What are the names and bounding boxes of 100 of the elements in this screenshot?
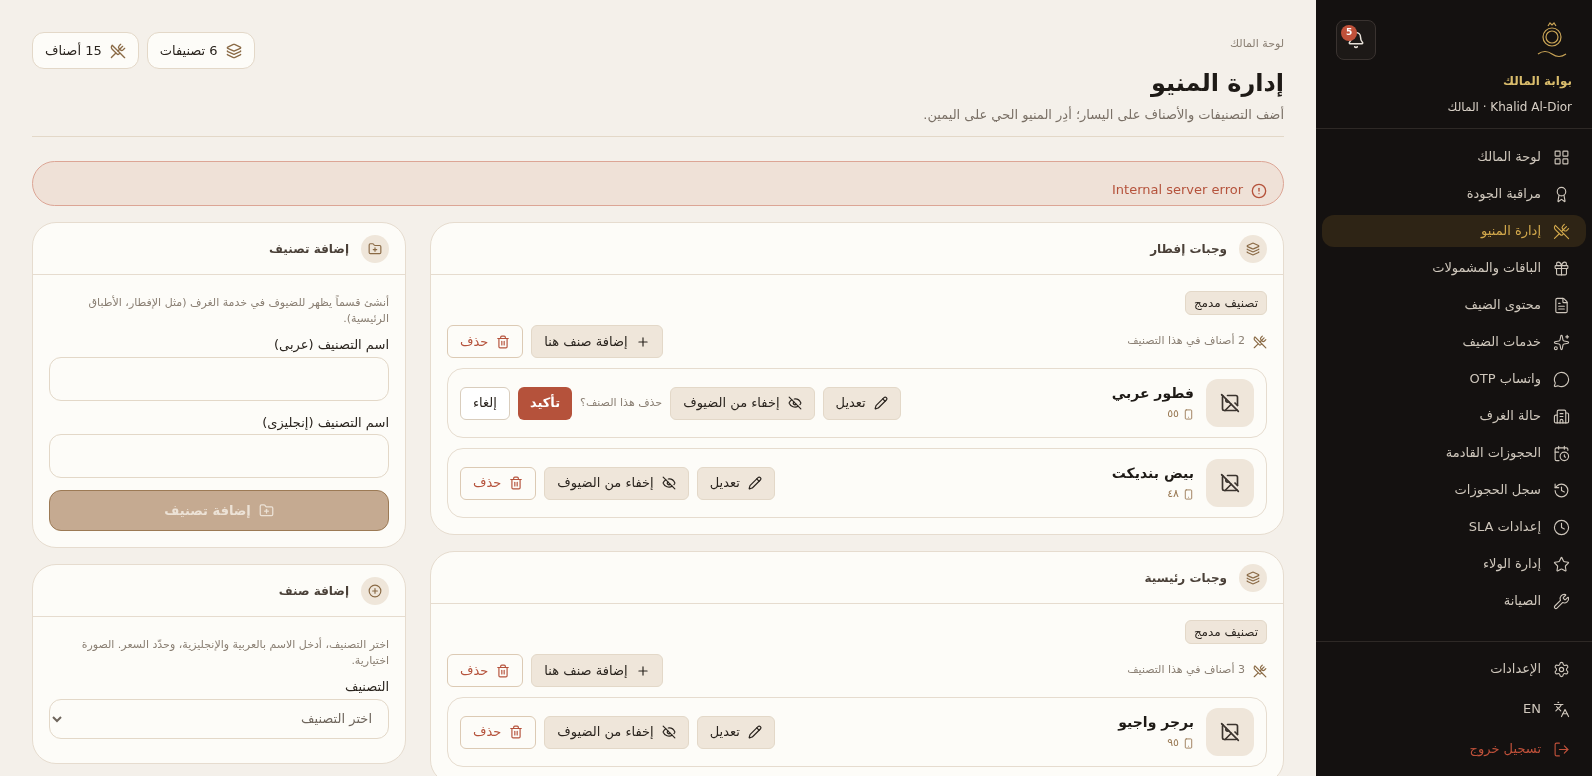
item-name: بيض بنديكت (1110, 464, 1194, 484)
item-price: ٩٥ (1167, 735, 1179, 752)
nav-icon (1553, 481, 1570, 499)
folder-plus-icon (258, 503, 274, 518)
field-label: التصنيف (343, 678, 389, 696)
translate-icon (1553, 700, 1570, 718)
edit-button[interactable]: تعديل (822, 386, 901, 420)
add-item-button[interactable]: إضافة صنف هنا (531, 325, 663, 358)
no-image-icon (1220, 473, 1240, 493)
nav-item[interactable]: محتوى الضيف (1322, 289, 1586, 321)
input-field[interactable] (49, 434, 389, 478)
input-field[interactable] (49, 356, 389, 401)
add-item-button[interactable]: إضافة صنف هنا (531, 654, 663, 687)
utensils-icon (1253, 334, 1267, 349)
nav-icon (1553, 592, 1570, 610)
nav-item[interactable]: مراقبة الجودة (1322, 178, 1586, 210)
delete-category-button[interactable]: حذف (447, 654, 524, 687)
nav-icon (1553, 296, 1570, 314)
nav-icon (1553, 370, 1570, 388)
nav-item[interactable]: الحجوزات القادمة (1322, 437, 1586, 469)
item-count: 3 أصناف في هذا التصنيف (1127, 662, 1245, 679)
nav-item[interactable]: إعدادات SLA (1322, 511, 1586, 543)
nav-icon (1553, 333, 1570, 351)
eye-off-icon (661, 476, 676, 490)
alert-icon (1251, 183, 1267, 199)
language-toggle[interactable]: EN (1322, 694, 1586, 724)
stat-pill: 15 أصناف (32, 32, 139, 69)
category-tag: تصنيف مدمج (1184, 620, 1267, 644)
edit-button[interactable]: تعديل (696, 715, 775, 749)
plus-icon (635, 334, 650, 349)
nav-icon (1553, 148, 1570, 166)
stat-pill: 6 تصنيفات (146, 32, 255, 69)
nav-icon (1553, 518, 1570, 536)
error-message: Internal server error (1112, 180, 1243, 199)
breadcrumb: لوحة المالك (1229, 36, 1284, 52)
nav-icon (1553, 407, 1570, 425)
layers-icon (1246, 570, 1260, 585)
item-name: فطور عربي (1110, 384, 1194, 404)
layers-icon (1246, 241, 1260, 256)
utensils-icon (1253, 663, 1267, 678)
category-tag: تصنيف مدمج (1184, 291, 1267, 315)
confirm-button[interactable]: تأكيد (517, 386, 573, 420)
portal-title: بوابة المالك (1502, 73, 1572, 90)
nav-item[interactable]: إدارة المنيو (1322, 215, 1586, 247)
page-title: إدارة المنيو (1149, 67, 1284, 99)
field-label: اسم التصنيف (إنجليزى) (261, 413, 389, 432)
logout-link[interactable]: تسجيل خروج (1322, 734, 1586, 764)
hide-button[interactable]: إخفاء من الضيوف (544, 466, 689, 500)
item-name: برجر واجيو (1116, 713, 1194, 733)
settings-link[interactable]: الإعدادات (1322, 654, 1586, 684)
eye-off-icon (661, 725, 676, 739)
utensils-icon (109, 42, 126, 59)
field-label: اسم التصنيف (عربى) (272, 336, 389, 355)
category-select[interactable]: اختر التصنيف (49, 698, 389, 739)
hide-button[interactable]: إخفاء من الضيوف (544, 715, 689, 749)
folder-plus-icon (368, 241, 382, 256)
edit-button[interactable]: تعديل (696, 466, 775, 500)
delete-button[interactable]: حذف (460, 715, 537, 749)
category-title: وجبات إفطار (1150, 240, 1227, 258)
nav-item[interactable]: الصيانة (1322, 585, 1586, 617)
nav-icon (1553, 222, 1570, 240)
delete-category-button[interactable]: حذف (447, 325, 524, 358)
nav-item[interactable]: سجل الحجوزات (1322, 474, 1586, 506)
no-image-icon (1220, 722, 1240, 742)
form-description: اختر التصنيف، أدخل الاسم بالعربية والإنجليزية، وحدّد السعر. الصورة اختيارية. (80, 637, 389, 669)
form-title: إضافة صنف (278, 582, 349, 600)
pencil-icon (747, 476, 762, 490)
hide-button[interactable]: إخفاء من الضيوف (670, 386, 815, 420)
trash-icon (496, 334, 511, 349)
form-description: أنشئ قسماً يظهر للضيوف في خدمة الغرف (مثل الإفطار، الأطباق الرئيسية). (87, 295, 389, 327)
user-name: Khalid Al-Dior · المالك (1446, 99, 1572, 116)
layers-icon (225, 42, 242, 59)
pencil-icon (747, 725, 762, 739)
trash-icon (509, 725, 524, 739)
nav-icon (1553, 444, 1570, 462)
plus-icon (635, 663, 650, 678)
item-count: 2 أصناف في هذا التصنيف (1127, 333, 1245, 350)
nav-item[interactable]: إدارة الولاء (1322, 548, 1586, 580)
plus-circle-icon (368, 583, 382, 598)
trash-icon (509, 476, 524, 490)
no-image-icon (1220, 393, 1240, 413)
logout-icon (1553, 740, 1570, 758)
nav-item[interactable]: الباقات والمشمولات (1322, 252, 1586, 284)
trash-icon (496, 663, 511, 678)
nav-item[interactable]: خدمات الضيف (1322, 326, 1586, 358)
nav-item[interactable]: واتساب OTP (1322, 363, 1586, 395)
nav-item[interactable]: حالة الغرف (1322, 400, 1586, 432)
notification-badge: 5 (1341, 25, 1357, 41)
nav-icon (1553, 555, 1570, 573)
page-subtitle: أضف التصنيفات والأصناف على اليسار؛ أدِر المنيو الحي على اليمين. (923, 105, 1284, 124)
notifications-button[interactable]: 5 (1336, 20, 1376, 60)
form-title: إضافة تصنيف (269, 240, 349, 258)
cancel-button[interactable]: إلغاء (460, 386, 510, 420)
eye-off-icon (787, 396, 802, 410)
delete-button[interactable]: حذف (460, 466, 537, 500)
confirm-question: حذف هذا الصنف؟ (580, 394, 663, 411)
item-price: ٥٥ (1167, 406, 1179, 423)
settings-icon (1553, 660, 1570, 678)
nav-item[interactable]: لوحة المالك (1322, 141, 1586, 173)
nav-icon (1553, 259, 1570, 277)
